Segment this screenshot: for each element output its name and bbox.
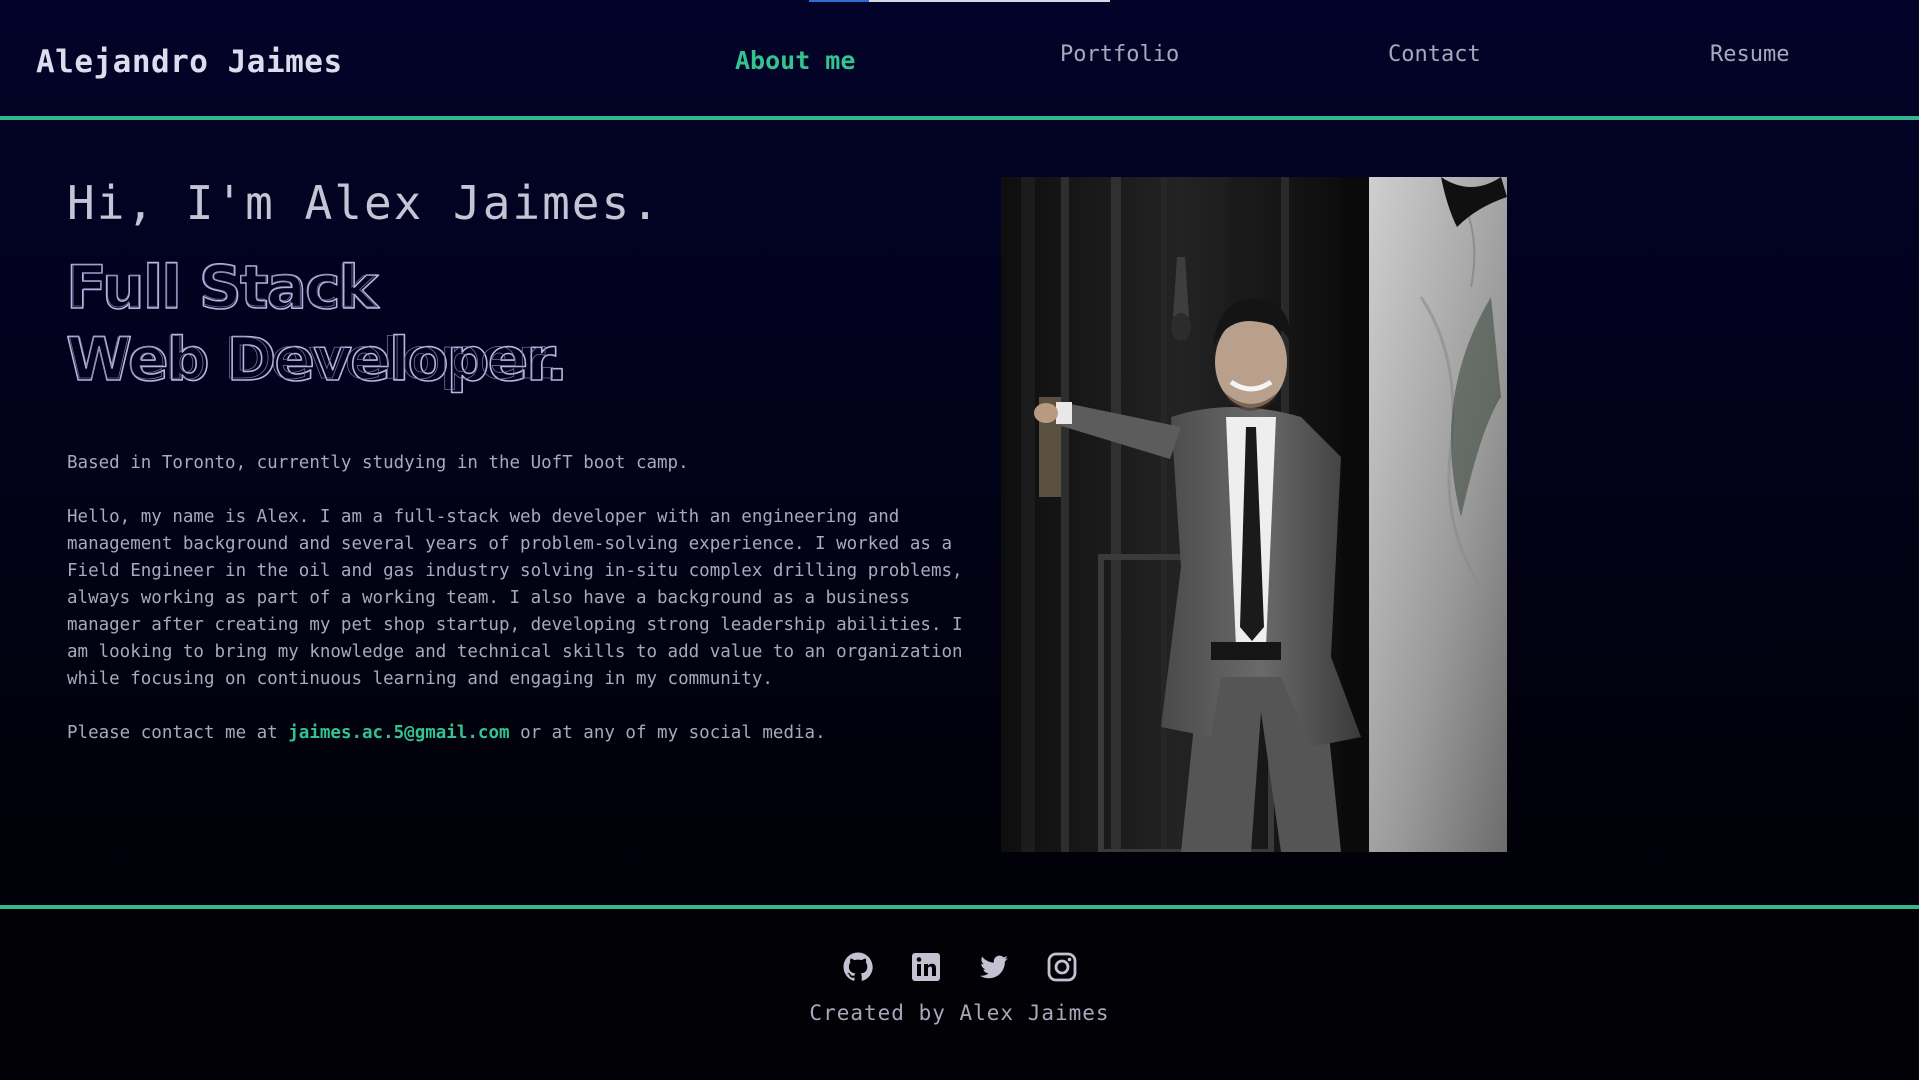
profile-photo — [1001, 177, 1507, 852]
brand-name[interactable]: Alejandro Jaimes — [36, 44, 343, 80]
job-title-heading: Full Stack Web Developer. Full Stack Web… — [65, 258, 569, 396]
email-link[interactable]: jaimes.ac.5@gmail.com — [288, 723, 509, 743]
site-header: Alejandro Jaimes About me Portfolio Cont… — [0, 0, 1919, 120]
github-icon[interactable] — [842, 951, 874, 983]
contact-suffix: or at any of my social media. — [509, 723, 826, 743]
nav-resume[interactable]: Resume — [1710, 42, 1789, 67]
title-line-1-inner: Full Stack — [68, 258, 377, 320]
portfolio-page: Alejandro Jaimes About me Portfolio Cont… — [0, 0, 1919, 1080]
contact-prefix: Please contact me at — [67, 723, 289, 743]
social-links — [0, 951, 1919, 983]
instagram-icon[interactable] — [1046, 951, 1078, 983]
nav-contact[interactable]: Contact — [1388, 42, 1481, 67]
contact-text: Please contact me at jaimes.ac.5@gmail.c… — [67, 720, 972, 747]
twitter-icon[interactable] — [978, 951, 1010, 983]
profile-photo-illustration — [1001, 177, 1507, 852]
linkedin-icon[interactable] — [910, 951, 942, 983]
intro-text: Based in Toronto, currently studying in … — [67, 453, 689, 473]
nav-portfolio[interactable]: Portfolio — [1060, 42, 1179, 67]
site-footer: Created by Alex Jaimes — [0, 905, 1919, 1080]
title-line-2-inner: Web Developer. — [68, 327, 558, 392]
about-section: Hi, I'm Alex Jaimes. Full Stack Web Deve… — [0, 120, 1919, 905]
footer-credit: Created by Alex Jaimes — [809, 1001, 1110, 1025]
greeting-heading: Hi, I'm Alex Jaimes. — [67, 176, 661, 230]
bio-text: Hello, my name is Alex. I am a full-stac… — [67, 507, 963, 689]
nav-about-me[interactable]: About me — [735, 46, 855, 75]
